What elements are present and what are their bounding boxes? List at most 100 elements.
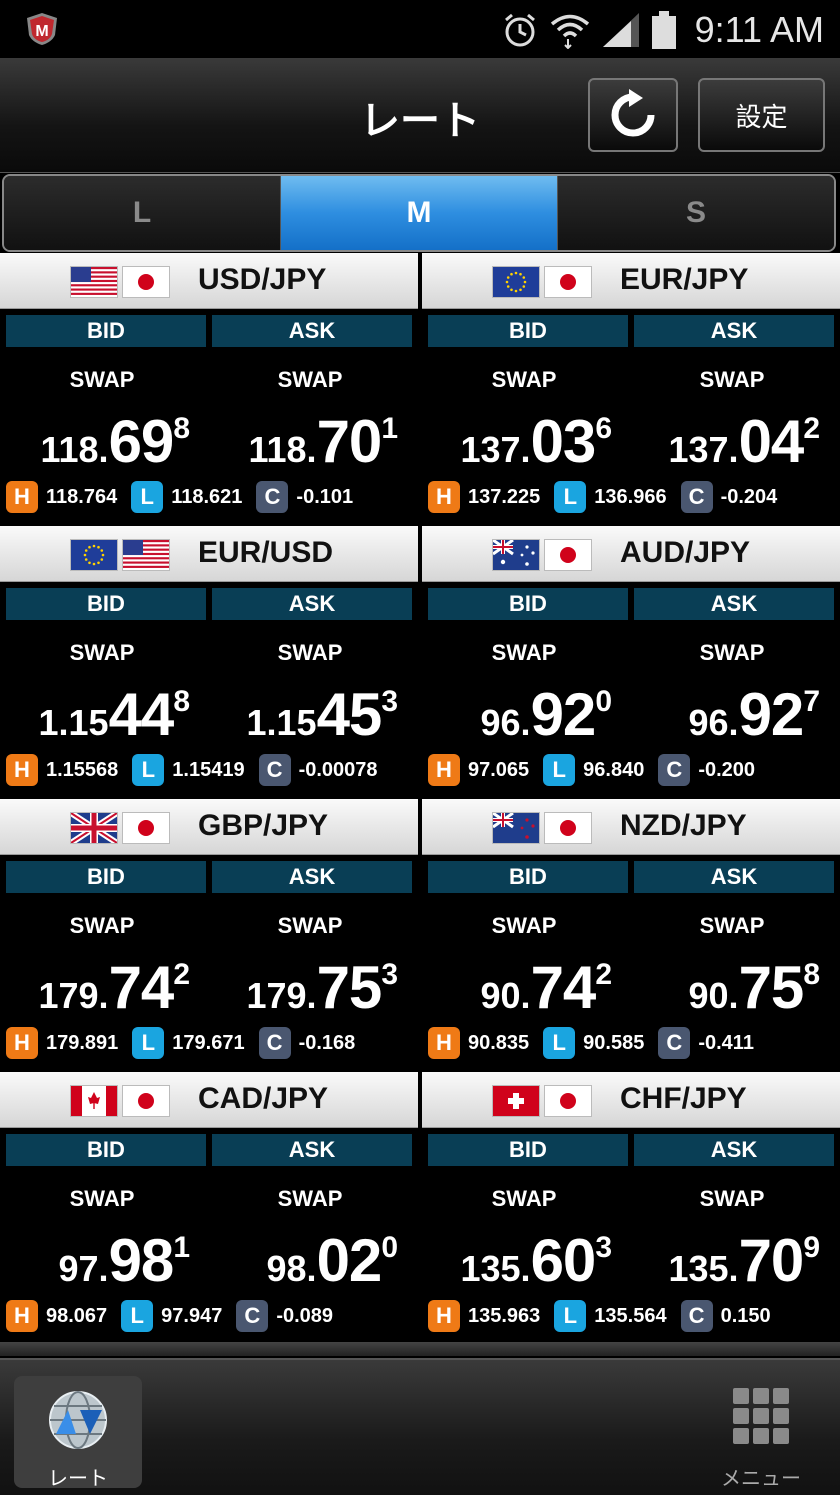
ask-price-pips: 92 <box>738 681 805 748</box>
change-badge: C <box>236 1300 269 1332</box>
currency-pair: EUR/USD <box>198 536 334 569</box>
bid-swap-label: SWAP <box>491 913 557 938</box>
high-badge: H <box>6 481 38 513</box>
flag-jp-icon <box>544 1085 592 1117</box>
flag-pair <box>492 539 592 571</box>
bid-price[interactable]: 137.036 <box>422 407 612 476</box>
currency-pair: AUD/JPY <box>620 536 751 569</box>
rate-card[interactable]: EUR/USD BID ASK SWAP SWAP 1.15448 1.1545… <box>0 526 418 796</box>
high-badge: H <box>428 481 460 513</box>
bid-label: BID <box>428 861 628 893</box>
refresh-icon <box>611 89 655 137</box>
low-badge: L <box>543 1027 576 1059</box>
bid-price[interactable]: 90.742 <box>422 953 612 1022</box>
rate-card-header[interactable]: EUR/USD <box>0 526 418 582</box>
bid-label: BID <box>6 1134 206 1166</box>
ask-swap-label: SWAP <box>699 1186 765 1211</box>
rate-card[interactable]: NZD/JPY BID ASK SWAP SWAP 90.742 90.758 … <box>422 799 840 1069</box>
ask-price[interactable]: 96.927 <box>630 680 820 749</box>
rate-card-header[interactable]: CHF/JPY <box>422 1072 840 1128</box>
high-low-change: H 137.225 L 136.966 C -0.204 <box>428 481 791 513</box>
ask-price[interactable]: 179.753 <box>208 953 398 1022</box>
ask-price-prefix: 137. <box>668 429 739 470</box>
bid-price[interactable]: 96.920 <box>422 680 612 749</box>
high-badge: H <box>6 1027 38 1059</box>
low-value: 118.621 <box>171 485 243 508</box>
ask-price-fraction: 9 <box>803 1231 820 1264</box>
rate-card-header[interactable]: USD/JPY <box>0 253 418 309</box>
ask-price-prefix: 135. <box>668 1248 739 1289</box>
ask-label: ASK <box>634 1134 834 1166</box>
ask-swap-label: SWAP <box>699 640 765 665</box>
bid-swap-label: SWAP <box>491 367 557 392</box>
segment-s[interactable]: S <box>558 176 834 250</box>
ask-price[interactable]: 118.701 <box>208 407 398 476</box>
flag-nz-icon <box>492 812 540 844</box>
bid-label: BID <box>428 588 628 620</box>
ask-price[interactable]: 137.042 <box>630 407 820 476</box>
nav-menu-label: メニュー <box>721 1468 801 1490</box>
ask-price[interactable]: 1.15453 <box>208 680 398 749</box>
rate-card[interactable]: AUD/JPY BID ASK SWAP SWAP 96.920 96.927 … <box>422 526 840 796</box>
nav-menu-button[interactable]: メニュー <box>706 1388 816 1490</box>
size-segmented-control: L M S <box>2 174 836 252</box>
high-value: 97.065 <box>468 758 530 781</box>
segment-m[interactable]: M <box>281 176 558 250</box>
bid-price-fraction: 1 <box>173 1231 190 1264</box>
high-badge: H <box>6 1300 38 1332</box>
segment-l[interactable]: L <box>4 176 281 250</box>
ask-price[interactable]: 90.758 <box>630 953 820 1022</box>
bid-price-pips: 03 <box>530 408 597 475</box>
change-value: -0.089 <box>276 1304 334 1327</box>
change-badge: C <box>680 481 713 513</box>
settings-button[interactable]: 設定 <box>698 78 825 152</box>
ask-price[interactable]: 135.709 <box>630 1226 820 1295</box>
ask-price-fraction: 1 <box>381 412 398 445</box>
flag-ca-icon <box>70 1085 118 1117</box>
bid-price-fraction: 0 <box>595 685 612 718</box>
rate-card-header[interactable]: CAD/JPY <box>0 1072 418 1128</box>
bid-swap-label: SWAP <box>69 913 135 938</box>
rate-card-header[interactable]: NZD/JPY <box>422 799 840 855</box>
rate-card[interactable]: CAD/JPY BID ASK SWAP SWAP 97.981 98.020 … <box>0 1072 418 1342</box>
change-value: -0.168 <box>298 1031 356 1054</box>
bid-price[interactable]: 97.981 <box>0 1226 190 1295</box>
nav-rate-button[interactable]: レート <box>14 1376 142 1490</box>
ask-swap-label: SWAP <box>277 640 343 665</box>
bid-price-prefix: 96. <box>480 702 531 743</box>
flag-ch-icon <box>492 1085 540 1117</box>
ask-price-pips: 75 <box>316 954 383 1021</box>
bid-price-prefix: 1.15 <box>38 702 109 743</box>
low-value: 96.840 <box>583 758 645 781</box>
bid-label: BID <box>6 588 206 620</box>
bid-price[interactable]: 135.603 <box>422 1226 612 1295</box>
bid-price[interactable]: 179.742 <box>0 953 190 1022</box>
change-badge: C <box>680 1300 713 1332</box>
high-badge: H <box>428 1300 460 1332</box>
ask-price-fraction: 0 <box>381 1231 398 1264</box>
low-value: 136.966 <box>594 485 667 508</box>
rate-card-header[interactable]: GBP/JPY <box>0 799 418 855</box>
low-value: 135.564 <box>594 1304 667 1327</box>
ask-price-prefix: 98. <box>266 1248 317 1289</box>
ask-price-fraction: 3 <box>381 958 398 991</box>
currency-pair: GBP/JPY <box>198 809 329 842</box>
bid-price[interactable]: 118.698 <box>0 407 190 476</box>
high-badge: H <box>6 754 38 786</box>
ask-price-prefix: 1.15 <box>246 702 317 743</box>
rate-card[interactable]: CHF/JPY BID ASK SWAP SWAP 135.603 135.70… <box>422 1072 840 1342</box>
bid-price-fraction: 3 <box>595 1231 612 1264</box>
rate-card-header[interactable]: EUR/JPY <box>422 253 840 309</box>
flag-jp-icon <box>122 812 170 844</box>
change-value: 0.150 <box>720 1304 771 1327</box>
flag-pair <box>492 266 592 298</box>
bottom-nav: レート メニュー <box>0 1358 840 1495</box>
rate-card[interactable]: GBP/JPY BID ASK SWAP SWAP 179.742 179.75… <box>0 799 418 1069</box>
bid-price-pips: 69 <box>108 408 175 475</box>
ask-price[interactable]: 98.020 <box>208 1226 398 1295</box>
rate-card[interactable]: EUR/JPY BID ASK SWAP SWAP 137.036 137.04… <box>422 253 840 523</box>
bid-price[interactable]: 1.15448 <box>0 680 190 749</box>
refresh-button[interactable] <box>588 78 678 152</box>
rate-card-header[interactable]: AUD/JPY <box>422 526 840 582</box>
rate-card[interactable]: USD/JPY BID ASK SWAP SWAP 118.698 118.70… <box>0 253 418 523</box>
